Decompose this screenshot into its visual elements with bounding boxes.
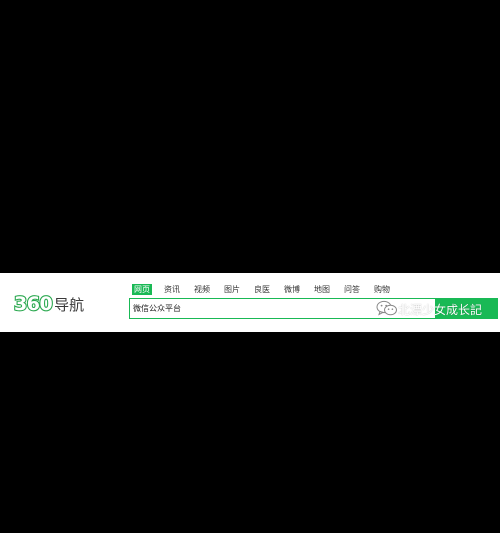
search-header-bar: 360 导航 网页 资讯 视频 图片 良医 微博 地图 问答 购物 微信公众平台… [0, 273, 500, 332]
tab-news[interactable]: 资讯 [162, 284, 182, 295]
logo-text: 导航 [54, 295, 85, 314]
logo-360-daohang[interactable]: 360 导航 [13, 292, 85, 316]
tab-webpage[interactable]: 网页 [132, 284, 152, 295]
logo-number: 360 [13, 292, 54, 316]
search-input[interactable] [130, 299, 373, 318]
search-button[interactable] [436, 298, 498, 319]
tab-video[interactable]: 视频 [192, 284, 212, 295]
screenshot-canvas: 360 导航 网页 资讯 视频 图片 良医 微博 地图 问答 购物 微信公众平台… [0, 0, 500, 533]
wechat-icon [376, 300, 397, 316]
search-category-tabs: 网页 资讯 视频 图片 良医 微博 地图 问答 购物 [132, 284, 402, 295]
search-box [129, 298, 436, 319]
tab-images[interactable]: 图片 [222, 284, 242, 295]
tab-weibo[interactable]: 微博 [282, 284, 302, 295]
tab-qa[interactable]: 问答 [342, 284, 362, 295]
tab-shopping[interactable]: 购物 [372, 284, 392, 295]
tab-doctor[interactable]: 良医 [252, 284, 272, 295]
tab-map[interactable]: 地图 [312, 284, 332, 295]
